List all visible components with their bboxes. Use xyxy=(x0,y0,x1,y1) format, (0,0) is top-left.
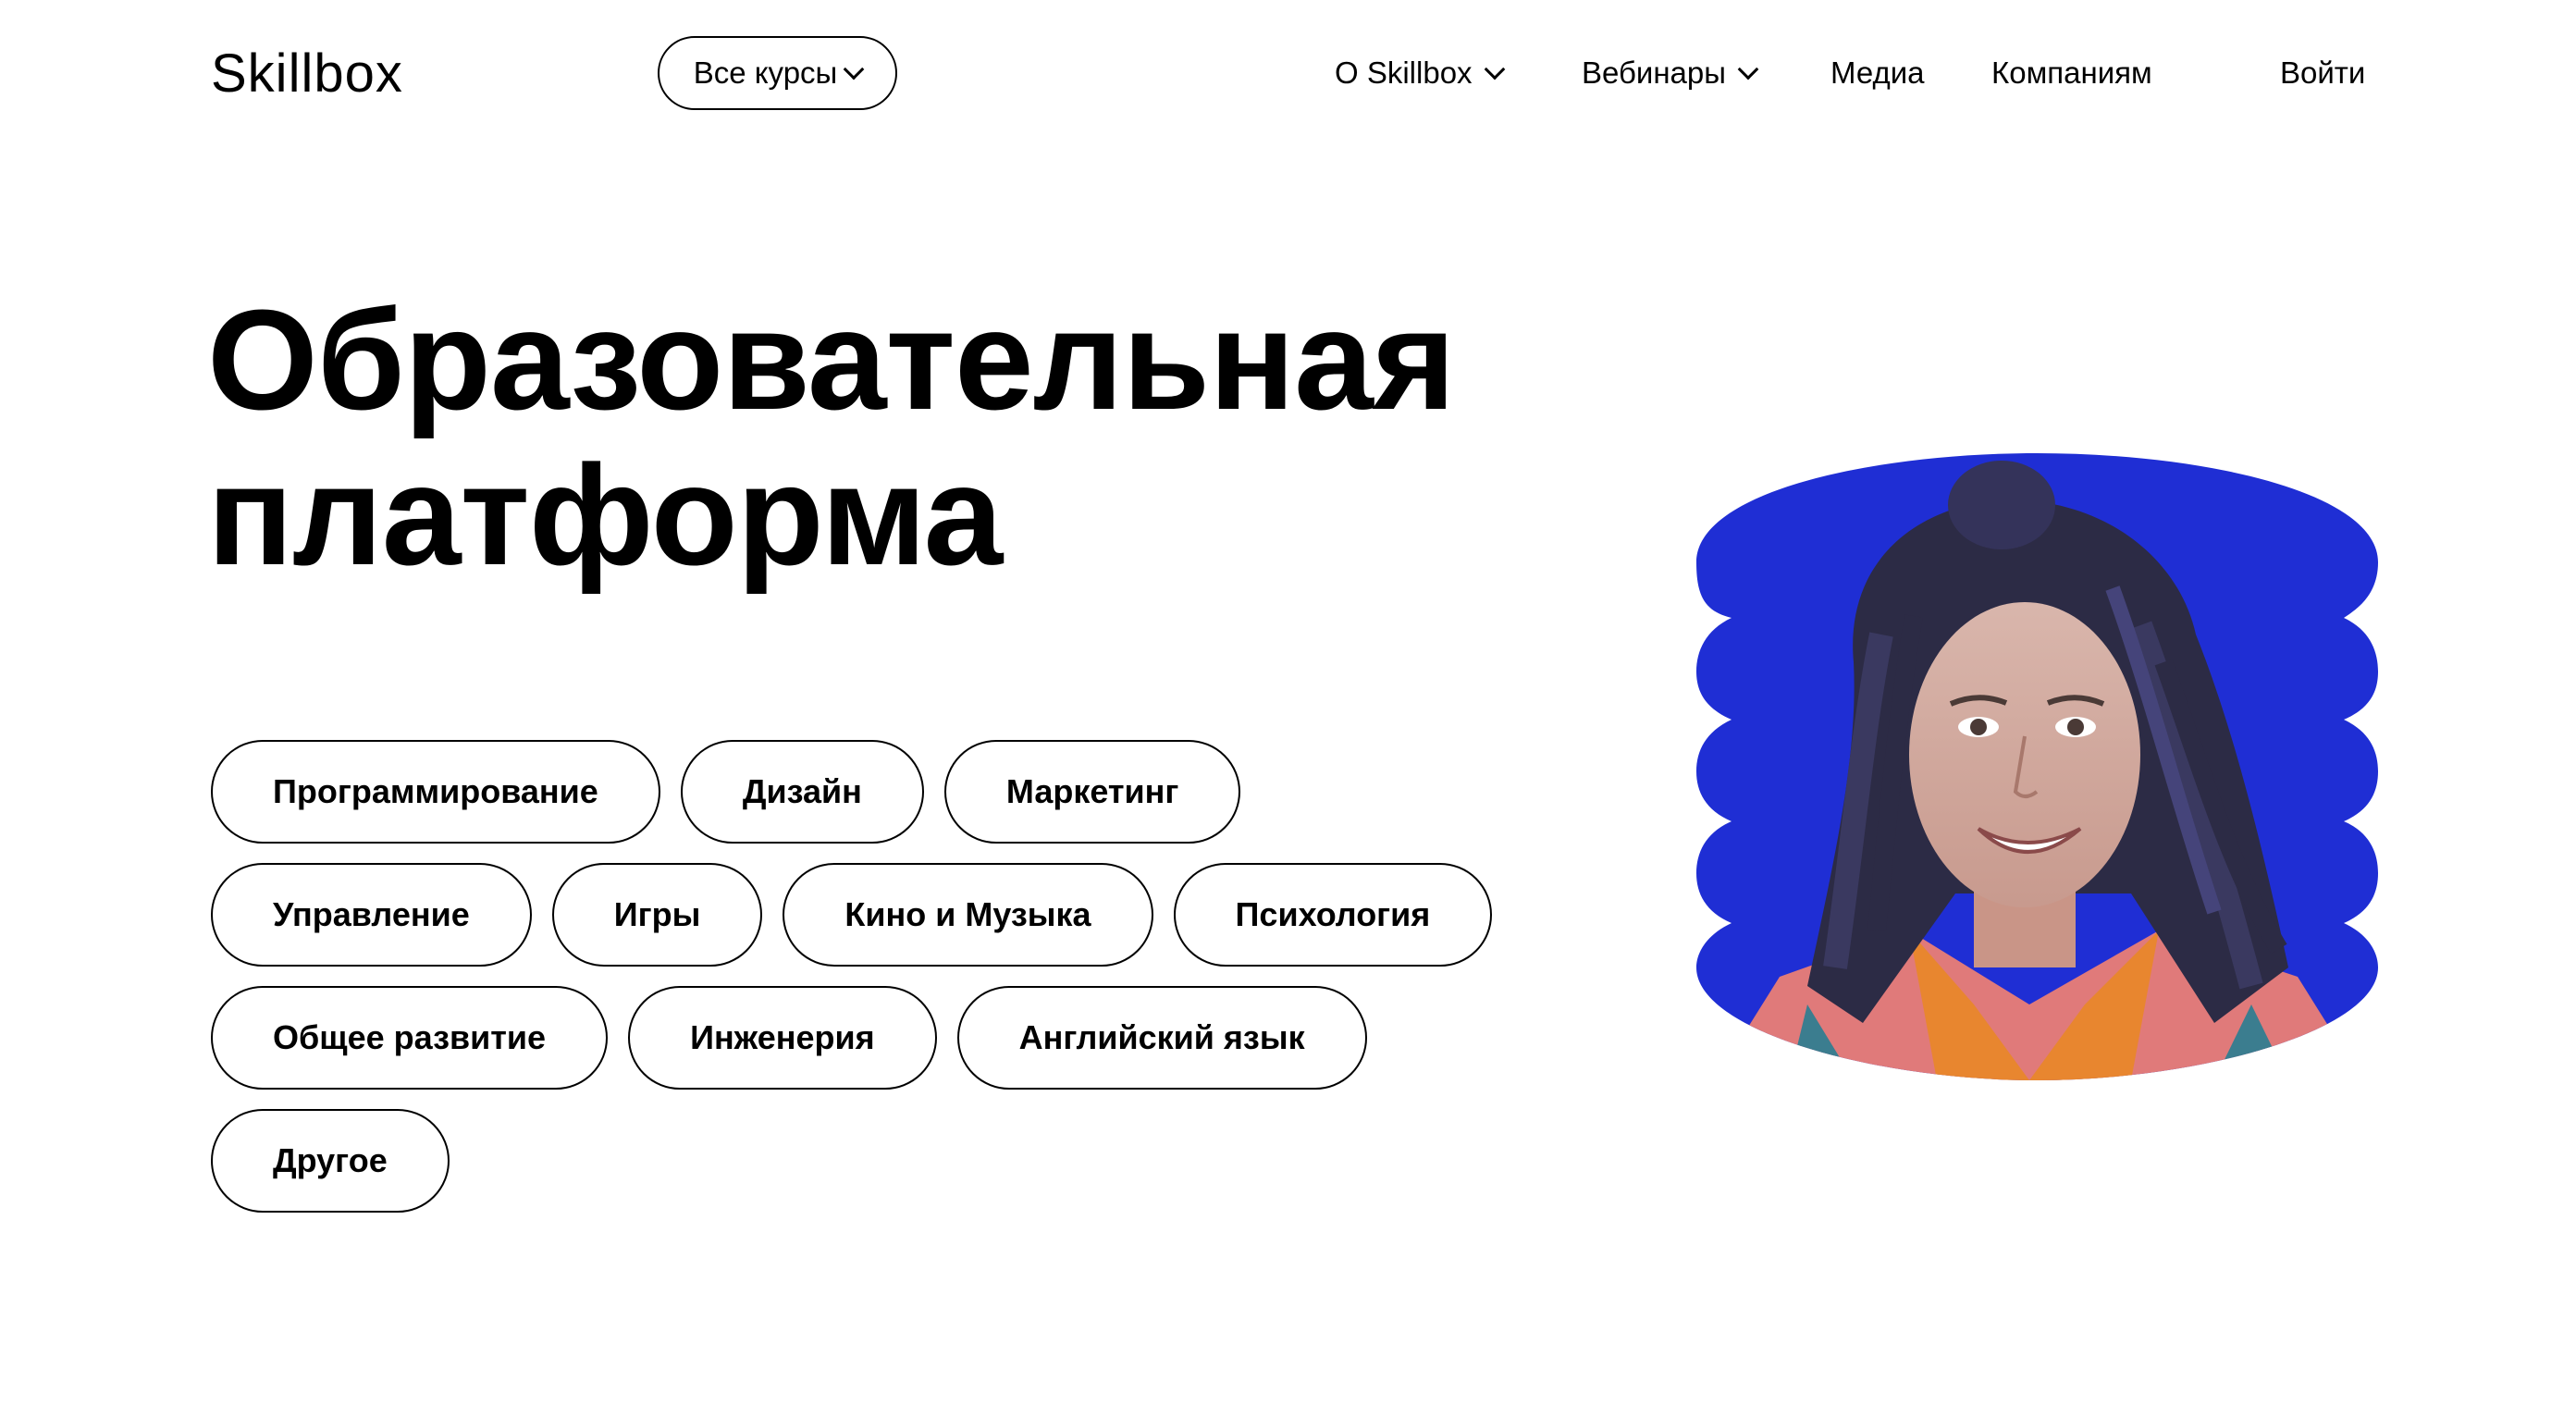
skillbox-logo[interactable]: Skillbox xyxy=(211,41,403,107)
nav-webinars[interactable]: Вебинары xyxy=(1582,48,1759,98)
chevron-down-icon xyxy=(1484,58,1505,80)
nav-media-label: Медиа xyxy=(1830,55,1925,90)
chip-row: Общее развитие Инженерия Английский язык xyxy=(211,986,1367,1090)
login-link[interactable]: Войти xyxy=(2280,48,2365,98)
chip-row: Другое xyxy=(211,1109,450,1213)
category-chip-games[interactable]: Игры xyxy=(551,863,763,967)
category-chip-other[interactable]: Другое xyxy=(211,1109,450,1213)
nav-companies[interactable]: Компаниям xyxy=(1991,48,2152,98)
all-courses-button[interactable]: Все курсы xyxy=(658,36,897,110)
category-chip-engineering[interactable]: Инженерия xyxy=(628,986,937,1090)
category-chip-psychology[interactable]: Психология xyxy=(1173,863,1493,967)
category-chip-programming[interactable]: Программирование xyxy=(211,740,660,844)
category-chip-design[interactable]: Дизайн xyxy=(680,740,924,844)
all-courses-label: Все курсы xyxy=(693,55,838,90)
category-chip-english[interactable]: Английский язык xyxy=(956,986,1367,1090)
category-chip-marketing[interactable]: Маркетинг xyxy=(943,740,1241,844)
page-title: Образовательная платформа xyxy=(207,280,1456,595)
hero-portrait-image xyxy=(1696,453,2378,1080)
nav-about-skillbox[interactable]: О Skillbox xyxy=(1335,48,1505,98)
page-title-line-2: платформа xyxy=(207,436,1003,595)
login-label: Войти xyxy=(2280,55,2366,90)
nav-companies-label: Компаниям xyxy=(1991,55,2152,90)
chip-row: Управление Игры Кино и Музыка Психология xyxy=(211,863,1493,967)
nav-webinars-label: Вебинары xyxy=(1582,55,1726,90)
page-title-line-1: Образовательная xyxy=(207,280,1456,439)
page: Skillbox Все курсы О Skillbox Вебинары М… xyxy=(0,0,2576,1417)
category-chip-general[interactable]: Общее развитие xyxy=(211,986,609,1090)
chevron-down-icon xyxy=(843,58,865,80)
nav-media[interactable]: Медиа xyxy=(1830,48,1925,98)
category-chip-management[interactable]: Управление xyxy=(211,863,532,967)
nav-about-label: О Skillbox xyxy=(1335,55,1473,90)
chip-row: Программирование Дизайн Маркетинг xyxy=(211,740,1241,844)
category-chip-film-music[interactable]: Кино и Музыка xyxy=(783,863,1153,967)
chevron-down-icon xyxy=(1737,58,1759,80)
